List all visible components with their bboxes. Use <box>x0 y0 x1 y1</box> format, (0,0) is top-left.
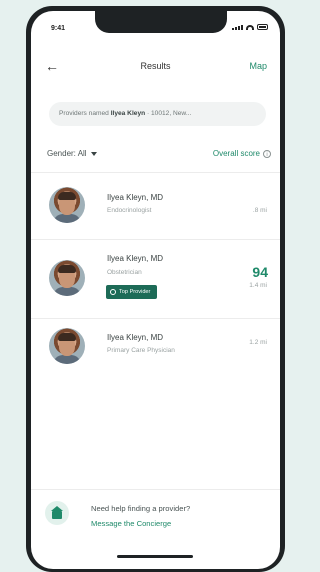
provider-specialty: Primary Care Physician <box>107 347 175 354</box>
provider-distance: 1.2 mi <box>249 339 267 346</box>
notch <box>95 11 227 33</box>
help-question: Need help finding a provider? <box>91 504 191 513</box>
provider-specialty: Endocrinologist <box>107 207 152 214</box>
overall-score-label: Overall score <box>212 149 260 158</box>
provider-distance: 1.4 mi <box>249 282 267 289</box>
provider-name: Ilyea Kleyn, MD <box>107 333 164 342</box>
search-query: Ilyea Kleyn <box>110 110 146 117</box>
battery-icon <box>257 24 268 30</box>
concierge-help: Need help finding a provider? Message th… <box>31 493 280 553</box>
status-time: 9:41 <box>51 25 66 32</box>
provider-row[interactable]: Ilyea Kleyn, MD Primary Care Physician 1… <box>31 319 280 381</box>
avatar <box>49 328 85 364</box>
search-prefix: Providers named <box>59 110 111 117</box>
home-indicator[interactable] <box>117 555 193 558</box>
top-provider-badge: Top Provider <box>106 285 158 299</box>
status-icons <box>232 24 268 30</box>
provider-score: 94 <box>252 264 268 280</box>
badge-label: Top Provider <box>119 289 151 295</box>
message-concierge-link[interactable]: Message the Concierge <box>91 519 171 528</box>
gender-filter-label: Gender: All <box>47 149 87 158</box>
divider <box>31 489 280 490</box>
top-bar: ← Results Map <box>31 57 280 77</box>
search-summary-chip[interactable]: Providers named Ilyea Kleyn · 10012, New… <box>49 102 266 126</box>
avatar <box>49 187 85 223</box>
map-link[interactable]: Map <box>249 61 267 71</box>
search-suffix: · 10012, New... <box>145 110 192 117</box>
provider-name: Ilyea Kleyn, MD <box>107 193 164 202</box>
phone-frame: 9:41 ← Results Map Providers named Ilyea… <box>26 6 285 572</box>
award-icon <box>110 289 116 295</box>
provider-name: Ilyea Kleyn, MD <box>107 254 164 263</box>
info-icon[interactable]: i <box>263 149 271 158</box>
provider-row[interactable]: Ilyea Kleyn, MD Obstetrician Top Provide… <box>31 240 280 318</box>
screen: 9:41 ← Results Map Providers named Ilyea… <box>31 11 280 569</box>
chevron-down-icon <box>90 151 97 156</box>
provider-row[interactable]: Ilyea Kleyn, MD Endocrinologist .8 mi <box>31 173 280 239</box>
provider-distance: .8 mi <box>252 207 267 214</box>
gender-filter[interactable]: Gender: All <box>47 149 97 158</box>
signal-icon <box>232 24 243 30</box>
concierge-icon <box>45 501 69 525</box>
provider-specialty: Obstetrician <box>107 269 142 276</box>
wifi-icon <box>246 24 254 30</box>
filter-bar: Gender: All Overall score i <box>47 149 271 165</box>
page-title: Results <box>140 61 171 71</box>
overall-score-sort[interactable]: Overall score i <box>213 149 271 158</box>
avatar <box>49 260 85 296</box>
